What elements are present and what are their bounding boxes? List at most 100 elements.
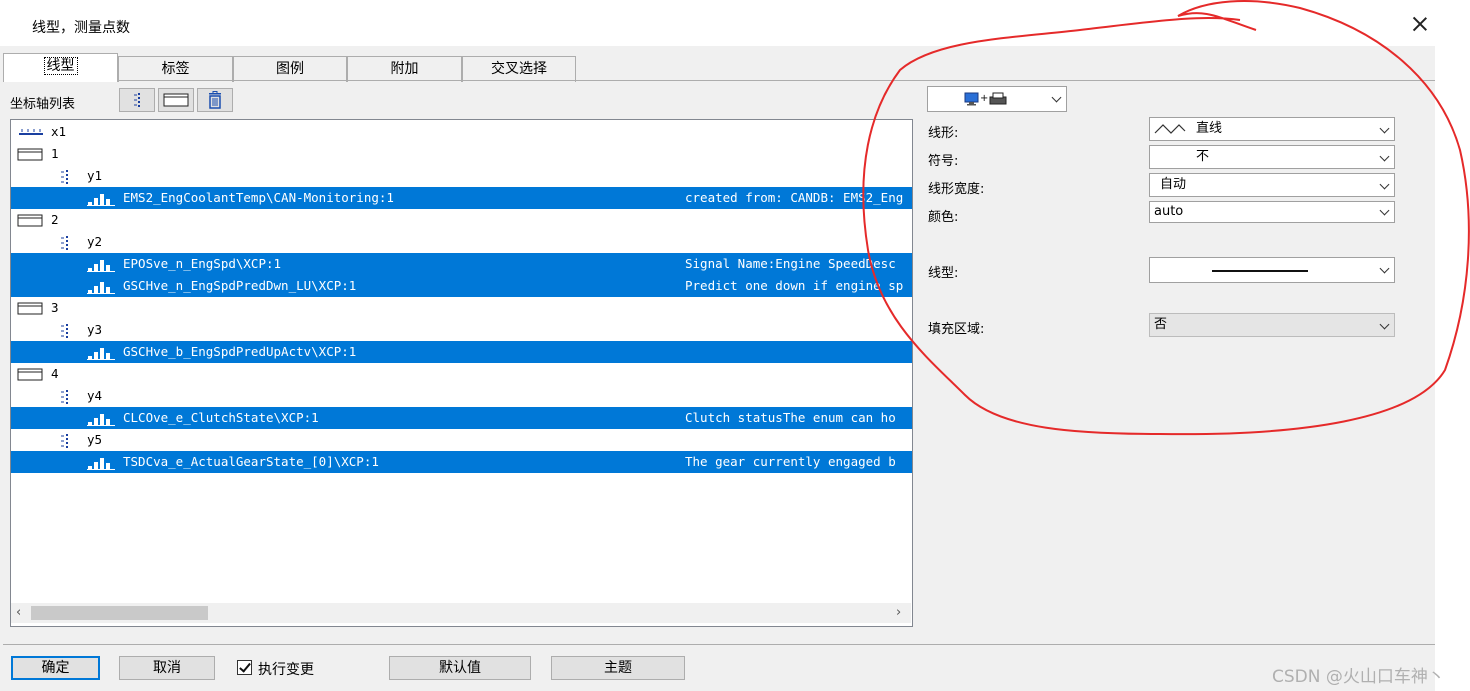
area-icon [163,93,189,107]
axis-tree[interactable]: x1 1 y1 EMS2_EngCoolantTemp\CAN-Monitori… [10,119,913,627]
chevron-down-icon [1379,263,1390,274]
chevron-down-icon [1379,319,1390,330]
x-axis-row[interactable]: x1 [11,121,912,143]
color-label: 颜色: [928,210,959,225]
line-width-value: 自动 [1160,177,1187,192]
chevron-down-icon [1379,123,1390,134]
default-button[interactable]: 默认值 [389,656,531,680]
symbol-label: 符号: [928,154,959,169]
y-axis-icon [61,236,68,250]
chevron-down-icon [1051,92,1062,103]
fill-area-dropdown[interactable]: 否 [1149,313,1395,337]
x-axis-icon [19,129,43,135]
y-axis-row[interactable]: y5 [11,429,912,451]
window-title: 线型，测量点数 [32,20,130,36]
delete-button[interactable] [197,88,233,112]
color-value: auto [1154,204,1184,219]
line-form-dropdown[interactable]: 直线 [1149,117,1395,141]
footer-divider [3,644,1435,645]
y-axis-row[interactable]: y1 [11,165,912,187]
y-axis-row[interactable]: y2 [11,231,912,253]
axis-list-label: 坐标轴列表 [10,97,76,112]
tab-divider [3,80,1435,81]
y-axis-icon [61,390,68,404]
signal-label: GSCHve_b_EngSpdPredUpActv\XCP:1 [123,344,357,359]
line-width-label: 线形宽度: [928,182,985,197]
apply-changes-checkbox[interactable] [237,660,252,675]
title-bar: 线型，测量点数 [0,0,1470,46]
line-width-dropdown[interactable]: 自动 [1149,173,1395,197]
signal-description: The gear currently engaged b [685,454,896,469]
theme-button[interactable]: 主题 [551,656,685,680]
line-form-value: 直线 [1196,121,1223,136]
y-axis-row[interactable]: y4 [11,385,912,407]
tab-cross-select[interactable]: 交叉选择 [462,56,576,82]
area-label: 2 [51,212,59,227]
cancel-button[interactable]: 取消 [119,656,215,680]
line-style-dropdown[interactable] [1149,257,1395,283]
scroll-thumb[interactable] [31,606,208,620]
signal-label: CLCOve_e_ClutchState\XCP:1 [123,410,319,425]
monitor-printer-icon: + [964,92,1007,106]
line-form-label: 线形: [928,126,959,141]
tab-extra[interactable]: 附加 [347,56,462,82]
area-icon [17,368,43,381]
y-axis-label: y2 [87,234,103,249]
display-target-dropdown[interactable]: + [927,86,1067,112]
area-label: 4 [51,366,59,381]
signal-row[interactable]: EMS2_EngCoolantTemp\CAN-Monitoring:1 cre… [11,187,912,209]
svg-text:+: + [980,93,988,104]
signal-label: EMS2_EngCoolantTemp\CAN-Monitoring:1 [123,190,394,205]
y-axis-label: y3 [87,322,103,337]
area-icon [17,148,43,161]
y-axis-icon [61,170,68,184]
tab-line-type[interactable]: 线型 [3,53,118,82]
scroll-right-icon[interactable]: › [896,605,901,620]
tab-label: 线型 [43,57,78,75]
signal-label: TSDCva_e_ActualGearState_[0]\XCP:1 [123,454,379,469]
signal-row[interactable]: GSCHve_n_EngSpdPredDwn_LU\XCP:1 Predict … [11,275,912,297]
area-label: 3 [51,300,59,315]
signal-label: GSCHve_n_EngSpdPredDwn_LU\XCP:1 [123,278,357,293]
y-axis-icon [134,93,140,107]
line-shape-icon [1154,124,1186,134]
x-axis-label: x1 [51,124,67,139]
signal-description: Predict one down if engine sp [685,278,904,293]
chevron-down-icon [1379,151,1390,162]
signal-label: EPOSve_n_EngSpd\XCP:1 [123,256,282,271]
tab-label-settings[interactable]: 标签 [118,56,233,82]
area-label: 1 [51,146,59,161]
signal-description: Signal Name:Engine SpeedDesc [685,256,896,271]
add-y-axis-button[interactable] [119,88,155,112]
y-axis-icon [61,324,68,338]
tab-legend[interactable]: 图例 [233,56,347,82]
y-axis-label: y5 [87,432,103,447]
horizontal-scrollbar[interactable]: ‹ › [11,603,911,623]
area-row[interactable]: 4 [11,363,912,385]
signal-description: Clutch statusThe enum can ho [685,410,896,425]
y-axis-icon [61,434,68,448]
signal-row[interactable]: GSCHve_b_EngSpdPredUpActv\XCP:1 [11,341,912,363]
signal-row[interactable]: CLCOve_e_ClutchState\XCP:1 Clutch status… [11,407,912,429]
y-axis-row[interactable]: y3 [11,319,912,341]
apply-changes-label: 执行变更 [258,662,314,678]
trash-icon [209,91,221,109]
y-axis-label: y1 [87,168,103,183]
signal-bars-icon [87,282,115,294]
color-dropdown[interactable]: auto [1149,201,1395,223]
area-row[interactable]: 3 [11,297,912,319]
scroll-left-icon[interactable]: ‹ [16,605,21,620]
watermark: CSDN @火山口车神丶 [1272,667,1445,687]
signal-bars-icon [87,348,115,360]
ok-button[interactable]: 确定 [11,656,100,680]
symbol-dropdown[interactable]: 不 [1149,145,1395,169]
area-row[interactable]: 1 [11,143,912,165]
line-style-label: 线型: [928,266,959,281]
signal-row[interactable]: TSDCva_e_ActualGearState_[0]\XCP:1 The g… [11,451,912,473]
area-row[interactable]: 2 [11,209,912,231]
area-icon [17,302,43,315]
area-icon [17,214,43,227]
close-icon[interactable] [1410,14,1430,34]
signal-row[interactable]: EPOSve_n_EngSpd\XCP:1 Signal Name:Engine… [11,253,912,275]
add-area-button[interactable] [158,88,194,112]
